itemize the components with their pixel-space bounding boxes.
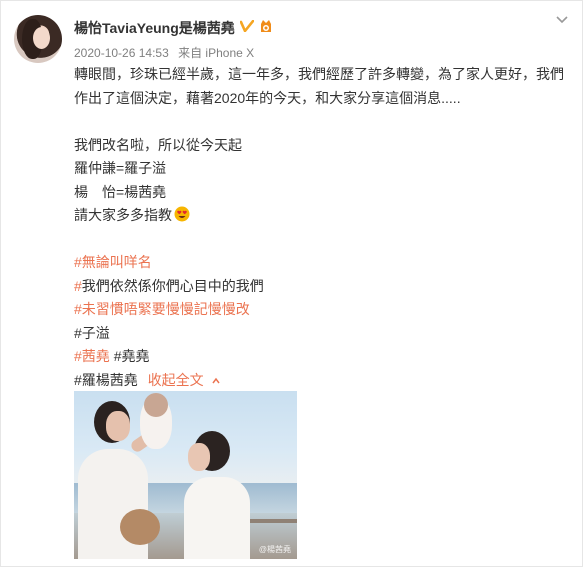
topic-line-2: #我們依然係你們心目中的我們	[74, 275, 574, 299]
post-timestamp[interactable]: 2020-10-26 14:53	[74, 46, 169, 60]
topic-link[interactable]: #茜堯	[74, 348, 110, 364]
post-line-1: 轉眼間，珍珠已經半歲，這一年多，我們經歷了許多轉變，為了家人更好，我們	[74, 66, 564, 82]
topic-link[interactable]: #子溢	[74, 325, 110, 341]
name-row: 楊怡TaviaYeung是楊茜堯	[74, 18, 274, 38]
verified-v-icon	[239, 19, 255, 37]
collapse-label: 收起全文	[147, 371, 204, 388]
topic-line-4: #子溢	[74, 322, 574, 346]
fan-badge-icon[interactable]	[258, 18, 274, 39]
topic-hash: #	[74, 277, 82, 294]
topic-link[interactable]: #未習慣唔緊要慢慢記慢慢改	[74, 301, 250, 317]
post-line-2: 作出了這個決定，藉著2020年的今天，和大家分享這個消息.....	[74, 89, 461, 106]
post-line-6: 請大家多多指教	[74, 204, 574, 228]
topic-link[interactable]: #羅楊茜堯	[74, 372, 138, 388]
topic-line-3: #未習慣唔緊要慢慢記慢慢改	[74, 298, 574, 322]
post-line-5: 楊 怡=楊茜堯	[74, 183, 167, 200]
heart-eyes-emoji	[174, 206, 190, 222]
post-source: 来自 iPhone X	[178, 46, 255, 60]
avatar[interactable]	[14, 15, 62, 63]
collapse-text-button[interactable]: 收起全文	[148, 372, 220, 388]
topic-link[interactable]: 我們依然係你們心目中的我們	[82, 278, 264, 294]
chevron-down-icon[interactable]	[555, 15, 569, 25]
chevron-up-icon	[212, 377, 220, 384]
user-name[interactable]: 楊怡TaviaYeung是楊茜堯	[74, 18, 235, 38]
post-line-4: 羅仲謙=羅子溢	[74, 160, 167, 176]
weibo-post-card: 楊怡TaviaYeung是楊茜堯 2020-10-26 14:53 来自 iPh…	[0, 0, 583, 567]
topic-link[interactable]: #堯堯	[114, 348, 150, 364]
topic-link[interactable]: #無論叫咩名	[74, 254, 152, 270]
post-content: 轉眼間，珍珠已經半歲，這一年多，我們經歷了許多轉變，為了家人更好，我們 作出了這…	[74, 63, 574, 392]
avatar-face	[33, 27, 50, 49]
post-line-3: 我們改名啦，所以從今天起	[74, 136, 242, 153]
post-meta: 2020-10-26 14:53 来自 iPhone X	[74, 44, 254, 61]
topic-line-5: #茜堯 #堯堯	[74, 345, 574, 369]
photo-watermark: @楊茜堯	[258, 545, 291, 554]
topic-line-6: #羅楊茜堯 收起全文	[74, 369, 574, 393]
topic-line-1: #無論叫咩名	[74, 251, 574, 275]
post-photo[interactable]: @楊茜堯	[74, 391, 297, 559]
post-line-6-text: 請大家多多指教	[74, 207, 172, 223]
